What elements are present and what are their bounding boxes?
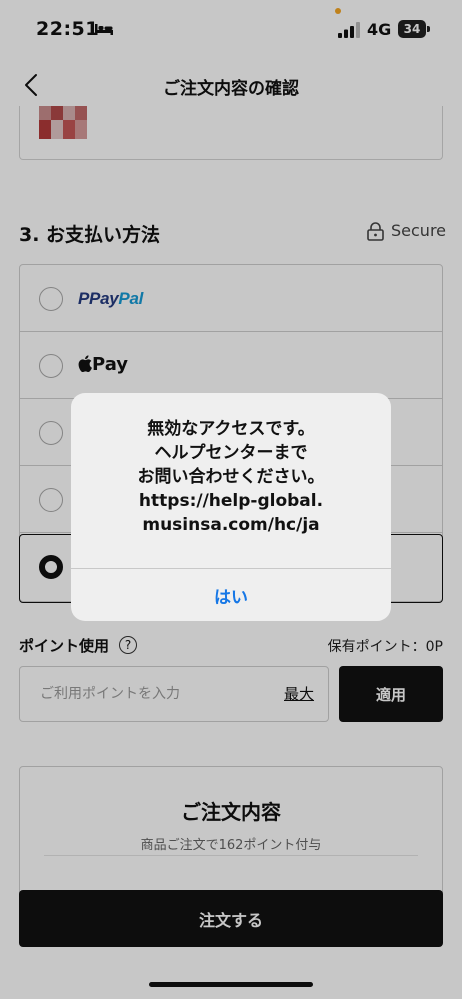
alert-line-1: 無効なアクセスです。 [147, 419, 315, 439]
alert-message: 無効なアクセスです。 ヘルプセンターまで お問い合わせください。 https:/… [81, 417, 381, 537]
alert-line-5: musinsa.com/hc/ja [142, 515, 320, 535]
alert-dialog: 無効なアクセスです。 ヘルプセンターまで お問い合わせください。 https:/… [71, 393, 391, 621]
alert-line-4: https://help-global. [138, 491, 324, 511]
alert-yes-button[interactable]: はい [71, 569, 391, 621]
alert-line-3: お問い合わせください。 [137, 467, 325, 487]
alert-line-2: ヘルプセンターまで [154, 443, 308, 463]
